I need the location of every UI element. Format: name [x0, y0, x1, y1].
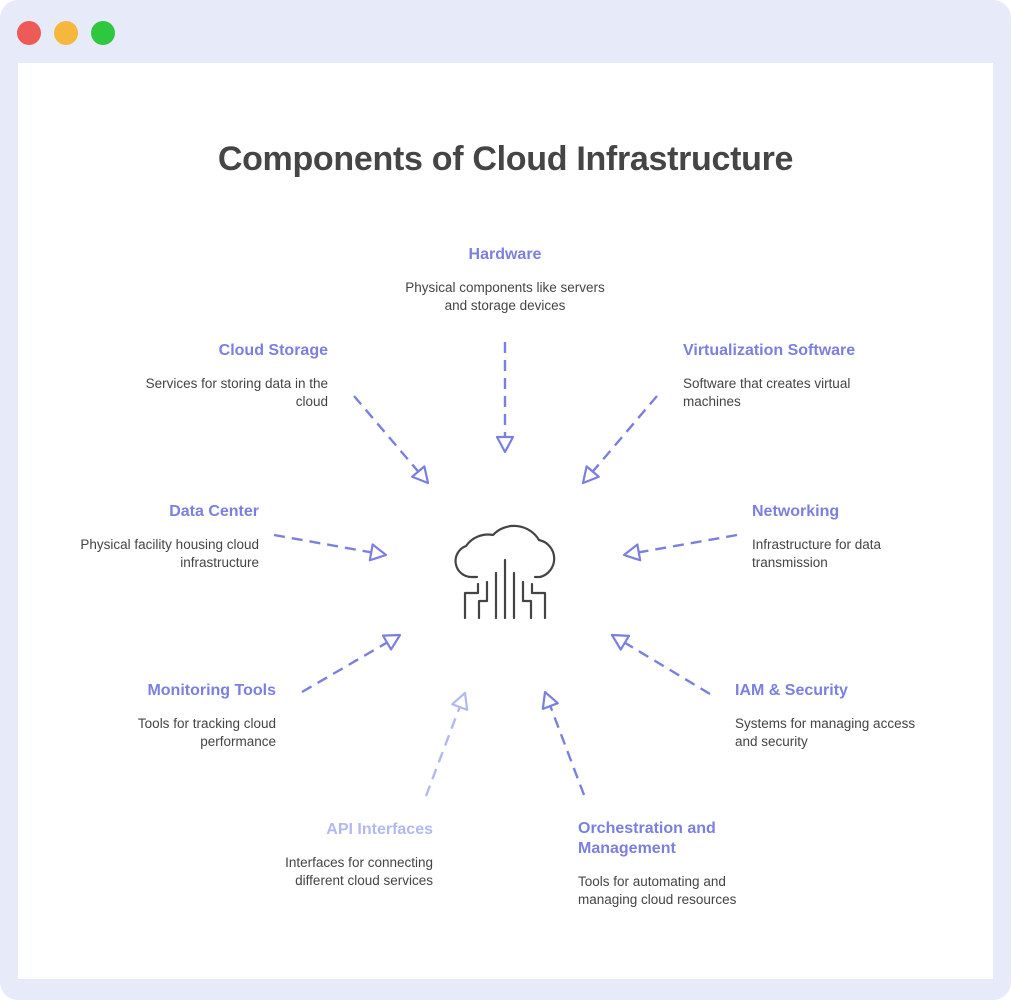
arrow-data-center: [273, 533, 388, 562]
component-title: Hardware: [468, 246, 542, 263]
component-description: Software that creates virtual machines: [683, 376, 851, 409]
component-title: Virtualization Software: [683, 342, 856, 359]
component-title: Networking: [752, 503, 840, 520]
component-description: Systems for managing access and security: [735, 716, 916, 749]
component-description: Services for storing data in the cloud: [145, 376, 328, 409]
component-description: Tools for automating and managing cloud …: [578, 874, 737, 907]
arrow-orchestration-management: [541, 690, 586, 796]
component-description: Physical facility housing cloud infrastr…: [80, 537, 259, 570]
component-monitoring-tools: Monitoring Tools Tools for tracking clou…: [106, 681, 276, 751]
component-description: Physical components like servers and sto…: [405, 280, 605, 313]
component-title: API Interfaces: [326, 821, 433, 838]
component-title: IAM & Security: [735, 682, 848, 699]
diagram-svg: [273, 342, 738, 797]
component-cloud-storage: Cloud Storage Services for storing data …: [118, 341, 328, 411]
component-description: Infrastructure for data transmission: [752, 537, 882, 570]
arrow-hardware: [495, 342, 515, 454]
arrow-iam-security: [610, 633, 711, 696]
component-title: Orchestration and Management: [578, 820, 716, 857]
component-description: Tools for tracking cloud performance: [137, 716, 276, 749]
cloud-circuit-icon: [454, 524, 556, 620]
arrow-networking: [622, 533, 738, 562]
component-data-center: Data Center Physical facility housing cl…: [39, 502, 259, 572]
component-virtualization-software: Virtualization Software Software that cr…: [683, 341, 883, 411]
arrow-monitoring-tools: [301, 633, 402, 694]
component-title: Cloud Storage: [218, 342, 328, 359]
component-api-interfaces: API Interfaces Interfaces for connecting…: [253, 820, 433, 890]
component-title: Monitoring Tools: [147, 682, 276, 699]
arrow-virtualization-software: [581, 395, 658, 485]
component-iam-security: IAM & Security Systems for managing acce…: [735, 681, 935, 751]
component-networking: Networking Infrastructure for data trans…: [752, 502, 922, 572]
arrow-cloud-storage: [353, 395, 430, 485]
arrow-api-interfaces: [424, 691, 469, 797]
component-description: Interfaces for connecting different clou…: [285, 855, 433, 888]
component-hardware: Hardware Physical components like server…: [405, 245, 605, 315]
component-title: Data Center: [169, 503, 259, 520]
component-orchestration-management: Orchestration and Management Tools for a…: [578, 819, 758, 909]
